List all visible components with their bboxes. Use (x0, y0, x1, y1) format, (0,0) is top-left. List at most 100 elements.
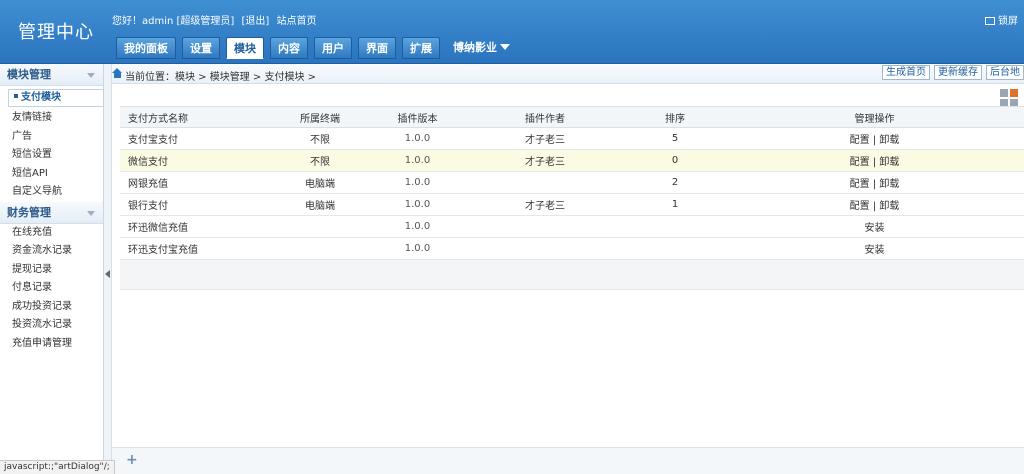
arrow-left-icon (105, 270, 110, 278)
table-header-row: 支付方式名称 所属终端 插件版本 插件作者 排序 管理操作 (120, 106, 1024, 128)
bullet-icon (14, 94, 18, 98)
col-header-terminal: 所属终端 (270, 106, 370, 128)
sidebar-item-interest-records[interactable]: 付息记录 (0, 279, 103, 298)
tab-users[interactable]: 用户 (314, 37, 352, 59)
sidebar-item-ads[interactable]: 广告 (0, 128, 103, 147)
cell-order (625, 215, 725, 238)
top-info-bar: 您好！admin [超级管理员] [退出] 站点首页 (112, 12, 321, 27)
cell-actions[interactable]: 配置 | 卸载 (725, 149, 1024, 172)
sidebar-item-sms-settings[interactable]: 短信设置 (0, 146, 103, 165)
cell-version: 1.0.0 (370, 127, 465, 150)
cell-name: 支付宝支付 (120, 127, 270, 150)
main-nav: 我的面板 设置 模块 内容 用户 界面 扩展 博纳影业 (116, 37, 517, 59)
tab-my-panel[interactable]: 我的面板 (116, 37, 176, 59)
cell-author (465, 237, 625, 260)
tab-settings[interactable]: 设置 (182, 37, 220, 59)
payment-modules-table: 支付方式名称 所属终端 插件版本 插件作者 排序 管理操作 支付宝支付 不限 1.0… (120, 106, 1024, 260)
sidebar-group-label: 财务管理 (7, 205, 51, 219)
table-row: 银行支付 电脑端 1.0.0 才子老三 1 配置 | 卸载 (120, 193, 1024, 216)
caret-down-icon (500, 44, 510, 50)
toolbar: 生成首页 更新缓存 后台地 (882, 65, 1024, 80)
top-header: 管理中心 您好！admin [超级管理员] [退出] 站点首页 锁屏 我的面板 … (0, 0, 1024, 64)
cell-author (465, 215, 625, 238)
home-icon (112, 68, 123, 79)
breadcrumb-text: 当前位置：模块 > 模块管理 > 支付模块 > (125, 72, 317, 83)
cell-terminal (270, 215, 370, 238)
table-row: 环迅微信充值 1.0.0 安装 (120, 215, 1024, 238)
generate-homepage-button[interactable]: 生成首页 (882, 65, 930, 80)
admin-map-button[interactable]: 后台地 (986, 65, 1024, 80)
col-header-order: 排序 (625, 106, 725, 128)
tab-content[interactable]: 内容 (270, 37, 308, 59)
sidebar-item-payment-modules[interactable]: 支付模块 (8, 89, 104, 107)
sidebar-item-withdrawals[interactable]: 提现记录 (0, 261, 103, 280)
table-row: 网银充值 电脑端 1.0.0 2 配置 | 卸载 (120, 171, 1024, 194)
cell-version: 1.0.0 (370, 149, 465, 172)
cell-terminal (270, 237, 370, 260)
update-cache-button[interactable]: 更新缓存 (934, 65, 982, 80)
cell-actions[interactable]: 配置 | 卸载 (725, 127, 1024, 150)
cell-author: 才子老三 (465, 149, 625, 172)
sidebar-item-recharge-requests[interactable]: 充值申请管理 (0, 335, 103, 354)
cell-order (625, 237, 725, 260)
cell-order: 2 (625, 171, 725, 194)
sidebar-item-investment-flow[interactable]: 投资流水记录 (0, 316, 103, 335)
monitor-icon (985, 17, 995, 25)
cell-terminal: 电脑端 (270, 193, 370, 216)
sidebar-toggle[interactable] (104, 64, 112, 474)
col-header-author: 插件作者 (465, 106, 625, 128)
col-header-name: 支付方式名称 (120, 106, 270, 128)
cell-name: 环迅微信充值 (120, 215, 270, 238)
cell-author (465, 171, 625, 194)
cell-author: 才子老三 (465, 127, 625, 150)
cell-order: 5 (625, 127, 725, 150)
sidebar-item-friend-links[interactable]: 友情链接 (0, 109, 103, 128)
cell-order: 0 (625, 149, 725, 172)
sidebar-group-finance[interactable]: 财务管理 (0, 201, 103, 224)
site-select-menu[interactable]: 博纳影业 (446, 37, 517, 59)
browser-status-bar: javascript:;"artDialog"/; (0, 460, 115, 474)
collapse-icon (87, 73, 95, 78)
site-select-label: 博纳影业 (453, 41, 497, 54)
sidebar: 模块管理 支付模块 友情链接 广告 短信设置 短信API 自定义导航 财务管理 … (0, 64, 104, 474)
logout-link[interactable]: [退出] (242, 16, 270, 27)
col-header-actions: 管理操作 (725, 106, 1024, 128)
add-icon[interactable]: + (126, 452, 138, 468)
cell-version: 1.0.0 (370, 215, 465, 238)
cell-order: 1 (625, 193, 725, 216)
cell-name: 银行支付 (120, 193, 270, 216)
site-home-link[interactable]: 站点首页 (277, 16, 317, 27)
sidebar-item-label: 支付模块 (21, 92, 61, 103)
logo: 管理中心 (18, 22, 94, 43)
cell-actions[interactable]: 安装 (725, 237, 1024, 260)
cell-version: 1.0.0 (370, 171, 465, 194)
table-row: 支付宝支付 不限 1.0.0 才子老三 5 配置 | 卸载 (120, 127, 1024, 150)
layout-grid-icon[interactable] (1000, 89, 1018, 107)
cell-version: 1.0.0 (370, 193, 465, 216)
sidebar-group-label: 模块管理 (7, 68, 51, 81)
cell-version: 1.0.0 (370, 237, 465, 260)
sidebar-group-modules[interactable]: 模块管理 (0, 64, 103, 86)
table-row: 微信支付 不限 1.0.0 才子老三 0 配置 | 卸载 (120, 149, 1024, 172)
table-footer-band (120, 260, 1024, 290)
tab-interface[interactable]: 界面 (358, 37, 396, 59)
tab-modules[interactable]: 模块 (226, 37, 264, 59)
cell-name: 微信支付 (120, 149, 270, 172)
sidebar-item-online-recharge[interactable]: 在线充值 (0, 224, 103, 243)
sidebar-item-sms-api[interactable]: 短信API (0, 165, 103, 184)
col-header-version: 插件版本 (370, 106, 465, 128)
cell-name: 环迅支付宝充值 (120, 237, 270, 260)
greeting-text: 您好！admin [超级管理员] (112, 16, 235, 27)
sidebar-item-investment-success[interactable]: 成功投资记录 (0, 298, 103, 317)
sidebar-item-fund-flow[interactable]: 资金流水记录 (0, 242, 103, 261)
tab-extensions[interactable]: 扩展 (402, 37, 440, 59)
cell-actions[interactable]: 配置 | 卸载 (725, 171, 1024, 194)
cell-actions[interactable]: 安装 (725, 215, 1024, 238)
cell-actions[interactable]: 配置 | 卸载 (725, 193, 1024, 216)
breadcrumb: 当前位置：模块 > 模块管理 > 支付模块 > 生成首页 更新缓存 后台地 (112, 64, 1024, 84)
cell-name: 网银充值 (120, 171, 270, 194)
lock-screen-button[interactable]: 锁屏 (985, 12, 1018, 27)
cell-terminal: 不限 (270, 149, 370, 172)
sidebar-item-custom-nav[interactable]: 自定义导航 (0, 183, 103, 202)
lock-screen-label: 锁屏 (998, 16, 1018, 27)
